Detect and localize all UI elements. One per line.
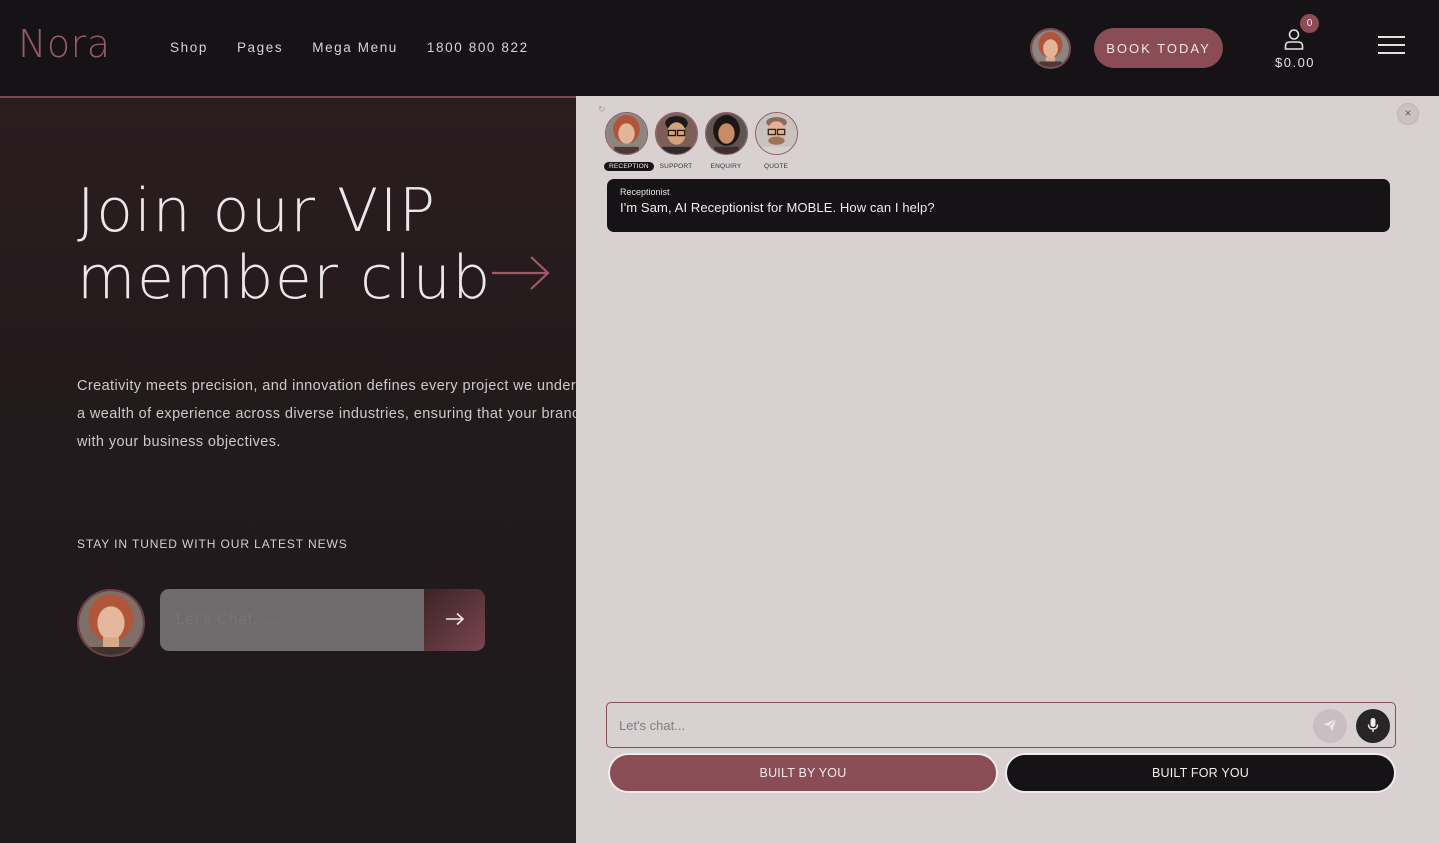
book-today-button[interactable]: BOOK TODAY (1094, 28, 1223, 68)
site-logo[interactable]: Nora (18, 22, 111, 66)
cart-total: $0.00 (1275, 55, 1316, 70)
female-face-icon (1032, 30, 1069, 67)
hero-title-line1: Join our VIP (77, 176, 437, 246)
built-by-you-button[interactable]: BUILT BY YOU (608, 753, 998, 793)
agent-support[interactable]: SUPPORT (654, 112, 698, 173)
cart-count-badge: 0 (1300, 14, 1319, 33)
female-face-icon (705, 113, 747, 154)
send-button[interactable] (1313, 709, 1347, 743)
nav-mega-menu[interactable]: Mega Menu (312, 40, 398, 55)
hero-description-line2: a wealth of experience across diverse in… (77, 405, 576, 422)
agent-quote[interactable]: QUOTE (754, 112, 798, 173)
hero-description-line3: with your business objectives. (77, 433, 281, 450)
microphone-icon (1367, 717, 1379, 732)
close-icon[interactable]: × (1397, 103, 1419, 125)
chat-panel: ↻ RECEPTION SUPPORT ENQUIRY QUOTE × Rece… (576, 96, 1439, 843)
female-face-icon (79, 591, 143, 655)
hero-description-line1: Creativity meets precision, and innovati… (77, 378, 576, 394)
built-for-you-button[interactable]: BUILT FOR YOU (1005, 753, 1396, 793)
agent-enquiry[interactable]: ENQUIRY (704, 112, 748, 173)
chat-input[interactable] (619, 713, 1299, 737)
agent-label: RECEPTION (604, 162, 654, 171)
hero-chat-input[interactable] (160, 589, 424, 651)
cart[interactable]: 0 $0.00 (1270, 14, 1320, 74)
hero-section: Join our VIP member club Creativity meet… (0, 96, 576, 843)
microphone-button[interactable] (1356, 709, 1390, 743)
hero-title-line2: member club (77, 243, 492, 313)
chat-input-bar (606, 702, 1396, 748)
agent-selector: RECEPTION SUPPORT ENQUIRY QUOTE (604, 112, 798, 173)
arrow-right-icon (492, 256, 550, 290)
agent-label: SUPPORT (659, 163, 693, 170)
hero-chat-avatar (77, 589, 145, 657)
arrow-right-icon (445, 612, 464, 625)
nav-phone[interactable]: 1800 800 822 (427, 40, 529, 55)
hero-chat-send-button[interactable] (424, 589, 485, 651)
header-agent-avatar[interactable] (1030, 28, 1071, 69)
site-header: Nora Shop Pages Mega Menu 1800 800 822 B… (0, 0, 1439, 96)
hero-description: Creativity meets precision, and innovati… (77, 373, 576, 456)
message-text: I'm Sam, AI Receptionist for MOBLE. How … (620, 200, 935, 215)
agent-reception[interactable]: RECEPTION (604, 112, 654, 173)
hamburger-menu-icon[interactable] (1378, 36, 1405, 56)
message-sender: Receptionist (620, 187, 670, 197)
nav-pages[interactable]: Pages (237, 40, 283, 55)
nav-shop[interactable]: Shop (170, 40, 208, 55)
user-icon (1284, 29, 1304, 50)
agent-label: QUOTE (763, 163, 789, 170)
main-nav: Shop Pages Mega Menu 1800 800 822 (170, 40, 558, 55)
agent-label: ENQUIRY (710, 163, 742, 170)
male-face-icon (755, 113, 797, 154)
chat-message: Receptionist I'm Sam, AI Receptionist fo… (607, 179, 1390, 232)
newsletter-label: STAY IN TUNED WITH OUR LATEST NEWS (77, 537, 348, 551)
male-face-icon (655, 113, 697, 154)
paper-plane-icon (1323, 717, 1337, 731)
female-face-icon (605, 113, 647, 154)
